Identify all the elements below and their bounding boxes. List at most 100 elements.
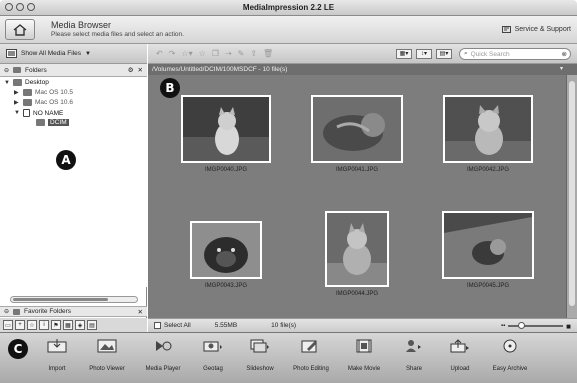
tree-item-volume-2[interactable]: ▶ Mac OS 10.6 — [14, 99, 73, 106]
toolbar-actions: ↶ ↷ ☆▾ ☆ ❐ ⇢ ✎ ⇪ 🗑 — [156, 49, 273, 58]
disclosure-open-icon[interactable]: ▼ — [4, 80, 10, 86]
small-thumbnails-icon: ▪▪ — [501, 323, 506, 329]
star-icon[interactable]: ☆ — [27, 320, 37, 330]
service-support-label: Service & Support — [514, 26, 571, 33]
tree-item-label: NO NAME — [33, 109, 64, 117]
media-player-icon — [156, 341, 172, 351]
collapse-folders-icon[interactable]: ⊖ — [4, 67, 9, 74]
dog-photo-image — [327, 213, 387, 285]
status-bar: Select All 5.55MB 10 file(s) ▪▪ ■ — [148, 318, 577, 332]
support-icon — [501, 26, 511, 33]
disclosure-closed-icon[interactable]: ▶ — [14, 89, 20, 96]
trash-icon[interactable]: 🗑 — [263, 49, 273, 58]
home-icon — [13, 23, 27, 36]
path-menu-icon[interactable]: ▾ — [560, 64, 563, 75]
folder-tree: ▼ Desktop ▶ Mac OS 10.5 ▶ Mac OS 10.6 ▼ … — [0, 77, 147, 287]
folder-icon — [13, 79, 22, 86]
action-bar: Import Photo Viewer Media Player Geotag … — [0, 332, 577, 383]
thumbnail-item[interactable]: IMGP0043.JPG — [176, 221, 276, 289]
tree-item-dcim[interactable]: DCIM — [36, 119, 69, 126]
slider-knob[interactable] — [518, 322, 526, 329]
checkbox[interactable] — [154, 321, 161, 329]
thumbnail-grid-scrollbar[interactable] — [566, 75, 577, 318]
rename-icon[interactable]: ✎ — [238, 49, 245, 58]
display-options-button[interactable]: ▤▾ — [436, 49, 452, 59]
photo-thumbnail[interactable] — [443, 95, 533, 163]
thumbnail-grid: IMGP0040.JPG IMGP0041.JPG IMGP0042.JPG I… — [148, 75, 566, 318]
disclosure-open-icon[interactable]: ▼ — [14, 110, 20, 116]
clear-search-icon[interactable]: ⊗ — [562, 50, 567, 58]
rotate-left-icon[interactable]: ↶ — [156, 49, 163, 58]
photo-thumbnail[interactable] — [181, 95, 271, 163]
thumbnail-caption: IMGP0044.JPG — [335, 291, 379, 297]
path-bar: /Volumes/Untitled/DCIM/100MSDCF - 10 fil… — [148, 64, 577, 75]
import-icon — [47, 339, 67, 353]
thumbnail-item[interactable]: IMGP0042.JPG — [438, 95, 538, 173]
rating-icon[interactable]: ☆▾ — [181, 49, 192, 58]
add-favorite-icon[interactable]: + — [15, 320, 25, 330]
photo-viewer-button[interactable]: Photo Viewer — [77, 339, 137, 372]
copy-icon[interactable]: ❐ — [212, 49, 219, 58]
scrollbar-thumb[interactable] — [13, 298, 108, 301]
folders-label: Folders — [25, 66, 47, 74]
cat-photo-image — [183, 97, 269, 161]
thumbnail-item[interactable]: IMGP0040.JPG — [176, 95, 276, 173]
show-all-media-dropdown[interactable]: Show All Media Files ▼ — [0, 44, 147, 64]
tag-icon[interactable]: ◈ — [75, 320, 85, 330]
thumbnail-caption: IMGP0043.JPG — [204, 283, 248, 289]
photo-thumbnail[interactable] — [311, 95, 403, 163]
home-button[interactable] — [5, 19, 35, 40]
export-icon[interactable]: ⇪ — [250, 49, 257, 58]
thumbnail-caption: IMGP0040.JPG — [204, 167, 248, 173]
photo-thumbnail[interactable] — [325, 211, 389, 287]
rotate-right-icon[interactable]: ↷ — [169, 49, 176, 58]
folder-icon — [13, 67, 22, 73]
flag-icon[interactable]: ⚑ — [51, 320, 61, 330]
action-label: Photo Viewer — [89, 366, 125, 372]
callout-marker-b: B — [160, 78, 180, 98]
calendar-icon[interactable]: ▦ — [63, 320, 73, 330]
easy-archive-button[interactable]: Easy Archive — [480, 339, 540, 372]
tree-item-label: Mac OS 10.5 — [35, 89, 73, 96]
dog-photo-image — [192, 223, 260, 277]
folder-tree-scrollbar[interactable] — [10, 296, 138, 303]
tree-item-desktop[interactable]: ▼ Desktop — [4, 79, 49, 86]
gear-icon[interactable]: ⚙ — [128, 66, 134, 74]
filter-icon[interactable]: ▤ — [87, 320, 97, 330]
collapse-favorites-icon[interactable]: ⊖ — [4, 308, 9, 315]
search-icon: ⌕ — [464, 50, 468, 57]
callout-marker-a: A — [56, 150, 76, 170]
select-all-checkbox[interactable]: Select All — [154, 321, 191, 329]
photo-thumbnail[interactable] — [442, 211, 534, 279]
thumbnail-item[interactable]: IMGP0045.JPG — [438, 211, 538, 289]
favorite-folders-icon — [13, 308, 21, 315]
info-icon[interactable]: i — [39, 320, 49, 330]
slider-track[interactable] — [508, 322, 564, 329]
drive-icon — [23, 89, 32, 96]
view-mode-button[interactable]: ▦▾ — [396, 49, 412, 59]
tree-item-no-name[interactable]: ▼ NO NAME — [14, 109, 63, 117]
thumbnail-item[interactable]: IMGP0044.JPG — [307, 211, 407, 297]
disclosure-closed-icon[interactable]: ▶ — [14, 99, 20, 106]
left-toolbar: ▭ + ☆ i ⚑ ▦ ◈ ▤ — [0, 318, 147, 332]
service-support-link[interactable]: Service & Support — [501, 25, 571, 34]
quick-search-field[interactable]: ⌕ Quick Search ⊗ — [459, 48, 571, 60]
star-icon[interactable]: ☆ — [199, 49, 206, 58]
callout-marker-c: C — [8, 339, 28, 359]
easy-archive-icon — [503, 339, 517, 353]
thumbnail-caption: IMGP0042.JPG — [466, 167, 510, 173]
thumbnail-size-slider[interactable]: ▪▪ ■ — [501, 322, 571, 331]
sort-button[interactable]: ↕▾ — [416, 49, 432, 59]
photo-editing-button[interactable]: Photo Editing — [281, 339, 341, 372]
close-icon[interactable]: ✕ — [138, 308, 143, 316]
close-icon[interactable]: ✕ — [138, 66, 143, 74]
tree-item-volume-1[interactable]: ▶ Mac OS 10.5 — [14, 89, 73, 96]
photo-thumbnail[interactable] — [190, 221, 262, 279]
scrollbar-thumb[interactable] — [569, 81, 575, 306]
move-icon[interactable]: ⇢ — [225, 49, 232, 58]
thumbnail-item[interactable]: IMGP0041.JPG — [307, 95, 407, 173]
app-header: Media Browser Please select media files … — [0, 16, 577, 44]
new-folder-icon[interactable]: ▭ — [3, 320, 13, 330]
photo-editing-icon — [301, 340, 317, 353]
window-title: MediaImpression 2.2 LE — [242, 3, 335, 12]
